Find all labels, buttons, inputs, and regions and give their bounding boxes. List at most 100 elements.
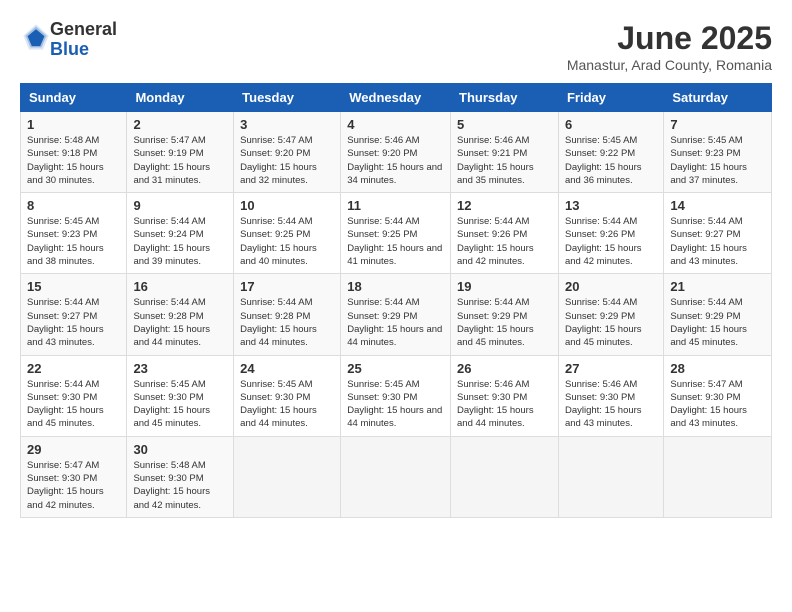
day-info: Sunrise: 5:45 AMSunset: 9:30 PMDaylight:… [240,379,317,430]
calendar-week-1: 1 Sunrise: 5:48 AMSunset: 9:18 PMDayligh… [21,112,772,193]
day-info: Sunrise: 5:44 AMSunset: 9:30 PMDaylight:… [27,379,104,430]
calendar-cell: 16 Sunrise: 5:44 AMSunset: 9:28 PMDaylig… [127,274,234,355]
day-number: 13 [565,198,657,213]
day-info: Sunrise: 5:46 AMSunset: 9:20 PMDaylight:… [347,135,442,186]
header-row: Sunday Monday Tuesday Wednesday Thursday… [21,84,772,112]
day-info: Sunrise: 5:46 AMSunset: 9:30 PMDaylight:… [457,379,534,430]
calendar-cell: 6 Sunrise: 5:45 AMSunset: 9:22 PMDayligh… [558,112,663,193]
calendar-cell: 15 Sunrise: 5:44 AMSunset: 9:27 PMDaylig… [21,274,127,355]
calendar-cell: 18 Sunrise: 5:44 AMSunset: 9:29 PMDaylig… [341,274,451,355]
day-number: 12 [457,198,552,213]
calendar-cell: 13 Sunrise: 5:44 AMSunset: 9:26 PMDaylig… [558,193,663,274]
day-info: Sunrise: 5:44 AMSunset: 9:26 PMDaylight:… [457,216,534,267]
day-info: Sunrise: 5:44 AMSunset: 9:25 PMDaylight:… [347,216,442,267]
day-number: 24 [240,361,334,376]
day-number: 28 [670,361,765,376]
calendar-body: 1 Sunrise: 5:48 AMSunset: 9:18 PMDayligh… [21,112,772,518]
day-number: 19 [457,279,552,294]
calendar-cell: 21 Sunrise: 5:44 AMSunset: 9:29 PMDaylig… [664,274,772,355]
calendar-cell: 24 Sunrise: 5:45 AMSunset: 9:30 PMDaylig… [234,355,341,436]
day-info: Sunrise: 5:45 AMSunset: 9:23 PMDaylight:… [670,135,747,186]
day-number: 5 [457,117,552,132]
calendar-cell [451,436,559,517]
col-sunday: Sunday [21,84,127,112]
day-info: Sunrise: 5:44 AMSunset: 9:29 PMDaylight:… [565,297,642,348]
calendar-cell: 1 Sunrise: 5:48 AMSunset: 9:18 PMDayligh… [21,112,127,193]
day-number: 27 [565,361,657,376]
calendar-cell [664,436,772,517]
day-number: 10 [240,198,334,213]
day-number: 7 [670,117,765,132]
calendar-cell: 30 Sunrise: 5:48 AMSunset: 9:30 PMDaylig… [127,436,234,517]
calendar-cell: 25 Sunrise: 5:45 AMSunset: 9:30 PMDaylig… [341,355,451,436]
day-info: Sunrise: 5:47 AMSunset: 9:20 PMDaylight:… [240,135,317,186]
day-number: 17 [240,279,334,294]
day-info: Sunrise: 5:44 AMSunset: 9:25 PMDaylight:… [240,216,317,267]
calendar-week-2: 8 Sunrise: 5:45 AMSunset: 9:23 PMDayligh… [21,193,772,274]
day-number: 29 [27,442,120,457]
calendar-title: June 2025 [567,20,772,57]
calendar-cell: 20 Sunrise: 5:44 AMSunset: 9:29 PMDaylig… [558,274,663,355]
day-number: 22 [27,361,120,376]
day-info: Sunrise: 5:48 AMSunset: 9:18 PMDaylight:… [27,135,104,186]
calendar-cell: 28 Sunrise: 5:47 AMSunset: 9:30 PMDaylig… [664,355,772,436]
calendar-cell: 11 Sunrise: 5:44 AMSunset: 9:25 PMDaylig… [341,193,451,274]
day-number: 23 [133,361,227,376]
logo: General Blue [20,20,117,60]
day-info: Sunrise: 5:45 AMSunset: 9:23 PMDaylight:… [27,216,104,267]
logo-general: General [50,19,117,39]
calendar-cell: 17 Sunrise: 5:44 AMSunset: 9:28 PMDaylig… [234,274,341,355]
calendar-cell: 5 Sunrise: 5:46 AMSunset: 9:21 PMDayligh… [451,112,559,193]
day-info: Sunrise: 5:45 AMSunset: 9:30 PMDaylight:… [133,379,210,430]
day-number: 3 [240,117,334,132]
col-friday: Friday [558,84,663,112]
calendar-cell: 29 Sunrise: 5:47 AMSunset: 9:30 PMDaylig… [21,436,127,517]
day-number: 14 [670,198,765,213]
col-saturday: Saturday [664,84,772,112]
day-number: 8 [27,198,120,213]
calendar-week-4: 22 Sunrise: 5:44 AMSunset: 9:30 PMDaylig… [21,355,772,436]
calendar-cell [341,436,451,517]
day-number: 25 [347,361,444,376]
calendar-cell: 12 Sunrise: 5:44 AMSunset: 9:26 PMDaylig… [451,193,559,274]
col-wednesday: Wednesday [341,84,451,112]
col-thursday: Thursday [451,84,559,112]
day-number: 9 [133,198,227,213]
day-info: Sunrise: 5:44 AMSunset: 9:29 PMDaylight:… [347,297,442,348]
day-info: Sunrise: 5:44 AMSunset: 9:27 PMDaylight:… [27,297,104,348]
logo-text: General Blue [50,20,117,60]
day-info: Sunrise: 5:47 AMSunset: 9:19 PMDaylight:… [133,135,210,186]
calendar-cell: 22 Sunrise: 5:44 AMSunset: 9:30 PMDaylig… [21,355,127,436]
logo-icon [22,23,50,51]
calendar-cell: 8 Sunrise: 5:45 AMSunset: 9:23 PMDayligh… [21,193,127,274]
day-info: Sunrise: 5:47 AMSunset: 9:30 PMDaylight:… [27,460,104,511]
day-number: 18 [347,279,444,294]
day-info: Sunrise: 5:46 AMSunset: 9:21 PMDaylight:… [457,135,534,186]
day-info: Sunrise: 5:48 AMSunset: 9:30 PMDaylight:… [133,460,210,511]
calendar-subtitle: Manastur, Arad County, Romania [567,57,772,73]
day-number: 21 [670,279,765,294]
calendar-cell: 27 Sunrise: 5:46 AMSunset: 9:30 PMDaylig… [558,355,663,436]
day-info: Sunrise: 5:44 AMSunset: 9:29 PMDaylight:… [457,297,534,348]
calendar-cell: 23 Sunrise: 5:45 AMSunset: 9:30 PMDaylig… [127,355,234,436]
calendar-cell: 26 Sunrise: 5:46 AMSunset: 9:30 PMDaylig… [451,355,559,436]
day-info: Sunrise: 5:45 AMSunset: 9:30 PMDaylight:… [347,379,442,430]
calendar-cell: 19 Sunrise: 5:44 AMSunset: 9:29 PMDaylig… [451,274,559,355]
calendar-cell: 14 Sunrise: 5:44 AMSunset: 9:27 PMDaylig… [664,193,772,274]
day-number: 20 [565,279,657,294]
day-number: 1 [27,117,120,132]
day-info: Sunrise: 5:44 AMSunset: 9:28 PMDaylight:… [133,297,210,348]
day-info: Sunrise: 5:44 AMSunset: 9:27 PMDaylight:… [670,216,747,267]
calendar-cell: 9 Sunrise: 5:44 AMSunset: 9:24 PMDayligh… [127,193,234,274]
day-info: Sunrise: 5:45 AMSunset: 9:22 PMDaylight:… [565,135,642,186]
day-number: 4 [347,117,444,132]
day-number: 16 [133,279,227,294]
day-info: Sunrise: 5:44 AMSunset: 9:26 PMDaylight:… [565,216,642,267]
page-header: General Blue June 2025 Manastur, Arad Co… [20,20,772,73]
col-monday: Monday [127,84,234,112]
calendar-table: Sunday Monday Tuesday Wednesday Thursday… [20,83,772,518]
day-number: 6 [565,117,657,132]
calendar-week-3: 15 Sunrise: 5:44 AMSunset: 9:27 PMDaylig… [21,274,772,355]
day-info: Sunrise: 5:44 AMSunset: 9:29 PMDaylight:… [670,297,747,348]
logo-blue: Blue [50,39,89,59]
